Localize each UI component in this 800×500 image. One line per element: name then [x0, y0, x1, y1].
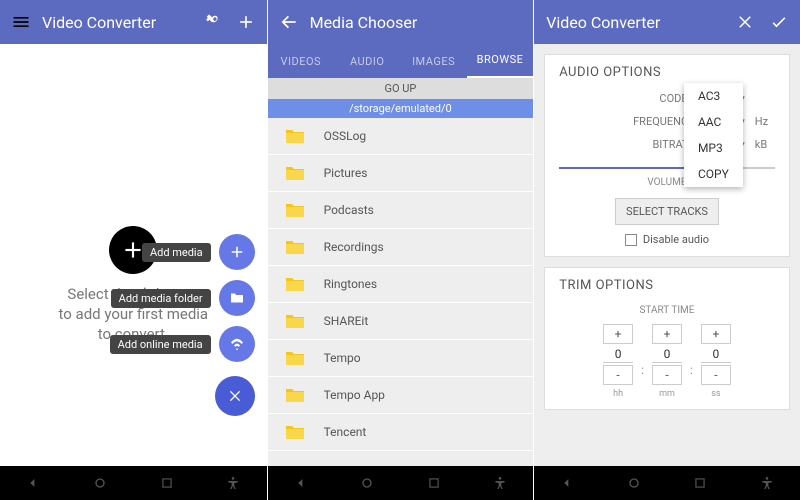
- android-nav-bar: [534, 466, 800, 500]
- add-folder-fab[interactable]: [219, 280, 255, 316]
- ss-minus-button[interactable]: -: [701, 365, 731, 385]
- folder-row[interactable]: Tencent: [268, 414, 534, 451]
- folder-row[interactable]: Pictures: [268, 155, 534, 192]
- disable-audio-checkbox[interactable]: [625, 234, 637, 246]
- folder-row[interactable]: SHAREit: [268, 303, 534, 340]
- trim-options-heading: TRIM OPTIONS: [559, 278, 775, 293]
- ss-unit: ss: [711, 389, 720, 399]
- ss-plus-button[interactable]: +: [701, 324, 731, 344]
- folder-label: Tempo: [324, 351, 361, 365]
- add-online-label: Add online media: [110, 335, 211, 354]
- mm-unit: mm: [659, 389, 675, 399]
- folder-label: SHAREit: [324, 314, 369, 328]
- folder-icon: [280, 124, 310, 148]
- nav-back-icon[interactable]: [557, 473, 577, 493]
- current-path[interactable]: /storage/emulated/0: [268, 99, 534, 118]
- android-nav-bar: [268, 466, 534, 500]
- key-icon[interactable]: [201, 11, 223, 33]
- folder-label: Ringtones: [324, 277, 378, 291]
- mm-minus-button[interactable]: -: [652, 365, 682, 385]
- start-time-label: START TIME: [559, 305, 775, 316]
- nav-back-icon[interactable]: [291, 473, 311, 493]
- android-nav-bar: [0, 466, 267, 500]
- codec-option[interactable]: MP3: [684, 135, 743, 161]
- mm-plus-button[interactable]: +: [652, 324, 682, 344]
- app-title: Video Converter: [42, 13, 156, 32]
- mm-value[interactable]: 0: [652, 346, 682, 363]
- folder-label: Podcasts: [324, 203, 374, 217]
- tab-audio[interactable]: AUDIO: [334, 45, 400, 78]
- plus-icon[interactable]: [235, 11, 257, 33]
- nav-recents-icon[interactable]: [157, 473, 177, 493]
- add-folder-label: Add media folder: [111, 289, 211, 308]
- hh-minus-button[interactable]: -: [603, 365, 633, 385]
- add-media-label: Add media: [142, 243, 211, 262]
- tab-videos[interactable]: VIDEOS: [268, 45, 334, 78]
- hh-unit: hh: [613, 389, 623, 399]
- folder-label: Recordings: [324, 240, 384, 254]
- close-icon[interactable]: [734, 11, 756, 33]
- audio-options-card: AUDIO OPTIONS CODEC AC3 ▾ AC3AACMP3COPY …: [544, 54, 790, 257]
- go-up-button[interactable]: GO UP: [268, 78, 534, 99]
- folder-row[interactable]: OSSLog: [268, 118, 534, 155]
- add-media-fab[interactable]: [219, 234, 255, 270]
- folder-row[interactable]: Recordings: [268, 229, 534, 266]
- trim-options-card: TRIM OPTIONS START TIME + 0 - hh : + 0 -…: [544, 267, 790, 410]
- nav-recents-icon[interactable]: [690, 473, 710, 493]
- folder-row[interactable]: Ringtones: [268, 266, 534, 303]
- folder-row[interactable]: Tempo App: [268, 377, 534, 414]
- confirm-icon[interactable]: [768, 11, 790, 33]
- options-title: Video Converter: [546, 13, 660, 32]
- media-chooser-title: Media Chooser: [310, 13, 418, 32]
- menu-icon[interactable]: [10, 11, 32, 33]
- folder-icon: [280, 161, 310, 185]
- hh-plus-button[interactable]: +: [603, 324, 633, 344]
- disable-audio-label: Disable audio: [643, 233, 709, 246]
- audio-options-heading: AUDIO OPTIONS: [559, 65, 775, 80]
- back-icon[interactable]: [278, 11, 300, 33]
- codec-option[interactable]: AAC: [684, 109, 743, 135]
- nav-accessibility-icon[interactable]: [490, 473, 510, 493]
- bitrate-unit: kB: [755, 138, 775, 151]
- folder-icon: [280, 235, 310, 259]
- tab-browse[interactable]: BROWSE: [467, 43, 533, 79]
- codec-dropdown[interactable]: AC3AACMP3COPY: [684, 83, 743, 187]
- select-tracks-button[interactable]: SELECT TRACKS: [615, 198, 719, 225]
- folder-icon: [280, 420, 310, 444]
- folder-label: OSSLog: [324, 129, 367, 143]
- folder-icon: [280, 383, 310, 407]
- nav-accessibility-icon[interactable]: [223, 473, 243, 493]
- nav-recents-icon[interactable]: [424, 473, 444, 493]
- ss-value[interactable]: 0: [701, 346, 731, 363]
- frequency-unit: Hz: [755, 115, 775, 128]
- nav-home-icon[interactable]: [357, 473, 377, 493]
- nav-home-icon[interactable]: [624, 473, 644, 493]
- close-fab[interactable]: [215, 376, 255, 416]
- codec-option[interactable]: AC3: [684, 83, 743, 109]
- folder-icon: [280, 309, 310, 333]
- folder-icon: [280, 346, 310, 370]
- folder-icon: [280, 198, 310, 222]
- nav-home-icon[interactable]: [90, 473, 110, 493]
- folder-label: Tempo App: [324, 388, 385, 402]
- folder-row[interactable]: Tempo: [268, 340, 534, 377]
- folder-icon: [280, 272, 310, 296]
- add-online-fab[interactable]: [219, 326, 255, 362]
- tab-images[interactable]: IMAGES: [400, 45, 466, 78]
- nav-accessibility-icon[interactable]: [757, 473, 777, 493]
- hh-value[interactable]: 0: [603, 346, 633, 363]
- nav-back-icon[interactable]: [23, 473, 43, 493]
- folder-row[interactable]: Podcasts: [268, 192, 534, 229]
- codec-option[interactable]: COPY: [684, 161, 743, 187]
- folder-label: Pictures: [324, 166, 368, 180]
- folder-label: Tencent: [324, 425, 367, 439]
